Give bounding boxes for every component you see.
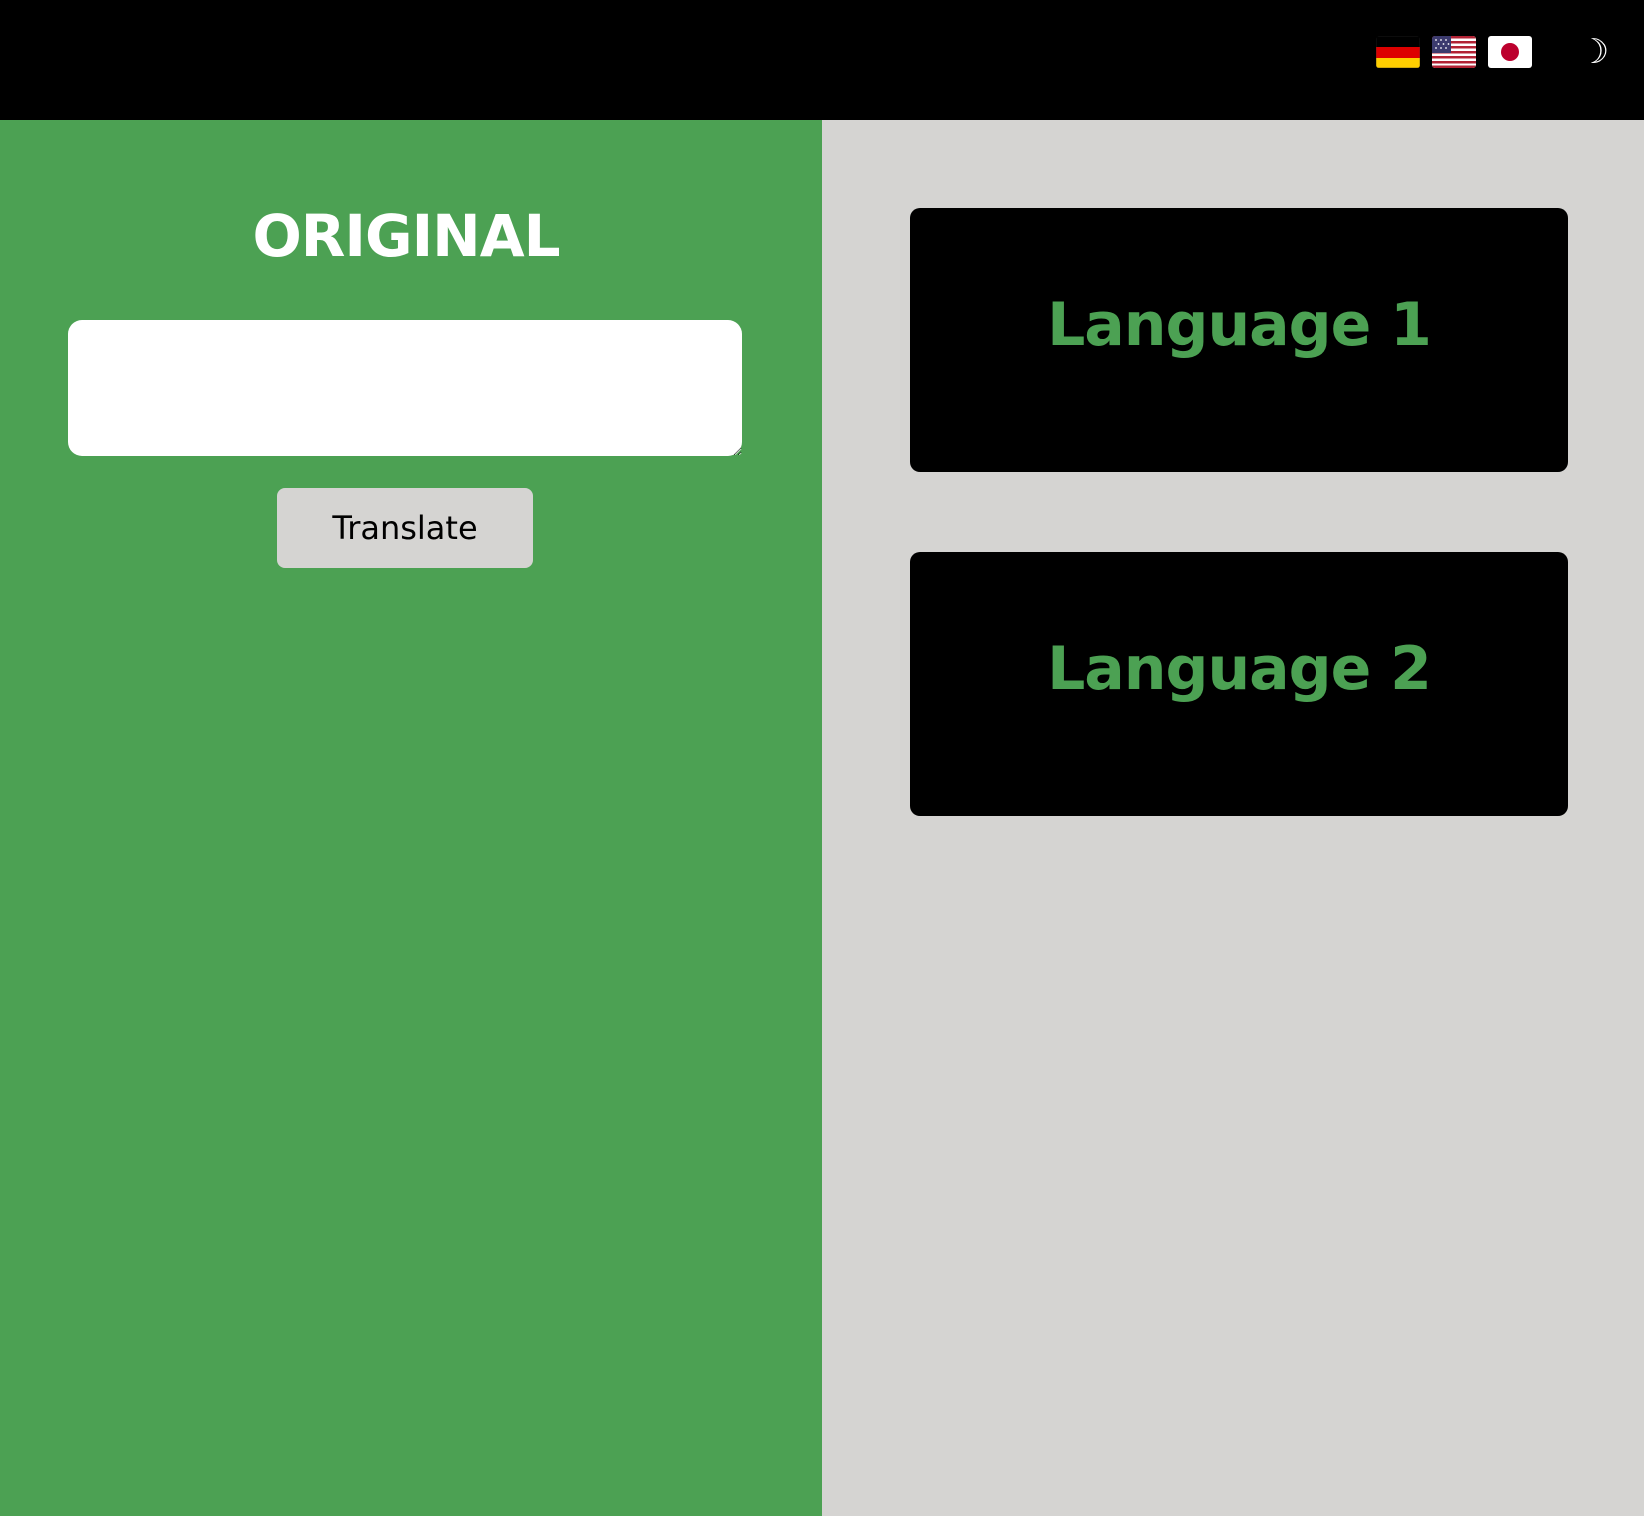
top-bar: ☽ [0,0,1644,120]
translate-button[interactable]: Translate [277,488,533,568]
language-1-card: Language 1 [910,208,1568,472]
germany-flag-icon[interactable] [1376,36,1420,68]
japan-flag-icon[interactable] [1488,36,1532,68]
language-2-title: Language 2 [1047,634,1432,704]
dark-mode-toggle-moon-icon[interactable]: ☽ [1576,32,1612,72]
usa-flag-icon[interactable] [1432,36,1476,68]
original-panel: ORIGINAL Translate [0,120,822,1516]
language-2-card: Language 2 [910,552,1568,816]
language-flags [1376,36,1532,68]
translations-panel: Language 1 Language 2 [822,120,1644,1516]
original-title: ORIGINAL [252,202,560,270]
original-text-input[interactable] [68,320,742,456]
language-1-title: Language 1 [1047,290,1432,360]
